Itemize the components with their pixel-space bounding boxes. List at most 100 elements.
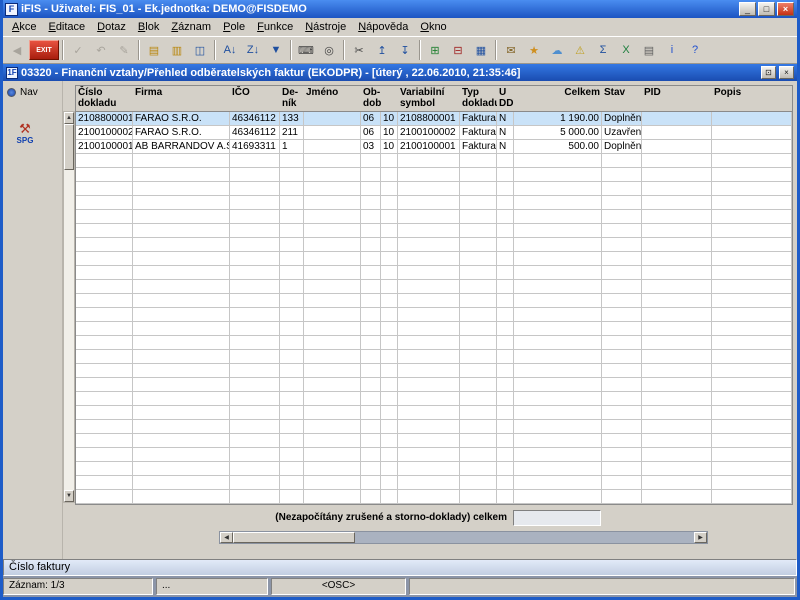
table-cell[interactable] xyxy=(398,154,460,168)
hscroll-track[interactable] xyxy=(233,532,694,543)
table-cell[interactable] xyxy=(381,462,398,476)
table-row[interactable] xyxy=(76,252,792,266)
table-cell[interactable] xyxy=(230,364,280,378)
table-cell[interactable] xyxy=(460,350,497,364)
table-cell[interactable] xyxy=(514,196,602,210)
table-cell[interactable] xyxy=(304,294,361,308)
table-cell[interactable] xyxy=(642,126,712,140)
table-cell[interactable] xyxy=(460,490,497,504)
table-cell[interactable] xyxy=(381,322,398,336)
table-cell[interactable] xyxy=(398,252,460,266)
table-cell[interactable] xyxy=(230,406,280,420)
table-cell[interactable] xyxy=(304,308,361,322)
table-cell[interactable]: 46346112 xyxy=(230,126,280,140)
table-cell[interactable]: AB BARRANDOV A.S. xyxy=(133,140,230,154)
notes-icon[interactable]: ▤ xyxy=(638,40,660,60)
table-cell[interactable] xyxy=(514,322,602,336)
table-cell[interactable] xyxy=(76,224,133,238)
table-cell[interactable] xyxy=(280,364,304,378)
table-cell[interactable] xyxy=(280,476,304,490)
table-cell[interactable] xyxy=(230,462,280,476)
table-cell[interactable] xyxy=(460,210,497,224)
table-cell[interactable] xyxy=(497,392,514,406)
table-cell[interactable] xyxy=(304,448,361,462)
table-cell[interactable] xyxy=(642,252,712,266)
table-cell[interactable] xyxy=(602,168,642,182)
table-cell[interactable] xyxy=(602,476,642,490)
table-cell[interactable] xyxy=(230,252,280,266)
table-cell[interactable] xyxy=(361,448,381,462)
table-cell[interactable] xyxy=(361,266,381,280)
table-cell[interactable] xyxy=(460,224,497,238)
table-row[interactable] xyxy=(76,406,792,420)
table-cell[interactable] xyxy=(361,238,381,252)
table-cell[interactable] xyxy=(642,364,712,378)
table-cell[interactable] xyxy=(712,350,792,364)
table-cell[interactable] xyxy=(76,252,133,266)
table-cell[interactable] xyxy=(381,364,398,378)
table-cell[interactable] xyxy=(514,448,602,462)
table-cell[interactable] xyxy=(460,154,497,168)
table-row[interactable] xyxy=(76,448,792,462)
table-cell[interactable] xyxy=(642,378,712,392)
table-row[interactable] xyxy=(76,420,792,434)
table-cell[interactable] xyxy=(381,420,398,434)
table-cell[interactable] xyxy=(712,392,792,406)
table-cell[interactable] xyxy=(642,238,712,252)
menu-item-zaznam[interactable]: Záznam xyxy=(165,20,217,34)
table-cell[interactable] xyxy=(712,266,792,280)
table-row[interactable] xyxy=(76,434,792,448)
table-cell[interactable]: 2108800001 xyxy=(398,112,460,126)
table-cell[interactable] xyxy=(398,168,460,182)
table-cell[interactable] xyxy=(133,448,230,462)
table-cell[interactable] xyxy=(642,182,712,196)
table-cell[interactable] xyxy=(304,462,361,476)
table-cell[interactable] xyxy=(497,476,514,490)
table-cell[interactable] xyxy=(642,462,712,476)
table-cell[interactable] xyxy=(398,406,460,420)
table-cell[interactable] xyxy=(602,182,642,196)
table-cell[interactable] xyxy=(280,280,304,294)
table-cell[interactable] xyxy=(230,434,280,448)
table-cell[interactable] xyxy=(497,434,514,448)
table-cell[interactable]: N xyxy=(497,140,514,154)
scroll-right-icon[interactable]: ▶ xyxy=(694,532,707,543)
table-cell[interactable] xyxy=(460,434,497,448)
table-row[interactable] xyxy=(76,196,792,210)
table-cell[interactable] xyxy=(712,224,792,238)
table-cell[interactable] xyxy=(642,420,712,434)
table-cell[interactable] xyxy=(460,336,497,350)
table-cell[interactable] xyxy=(133,476,230,490)
table-cell[interactable]: 41693311 xyxy=(230,140,280,154)
table-cell[interactable] xyxy=(602,154,642,168)
table-cell[interactable] xyxy=(642,490,712,504)
table-cell[interactable] xyxy=(381,336,398,350)
table-cell[interactable]: 2108800001 xyxy=(76,112,133,126)
table-cell[interactable] xyxy=(304,182,361,196)
table-cell[interactable] xyxy=(398,462,460,476)
table-cell[interactable] xyxy=(497,462,514,476)
table-cell[interactable] xyxy=(280,336,304,350)
table-cell[interactable] xyxy=(398,420,460,434)
table-cell[interactable] xyxy=(712,252,792,266)
table-cell[interactable] xyxy=(361,308,381,322)
table-cell[interactable] xyxy=(602,266,642,280)
table-cell[interactable] xyxy=(398,490,460,504)
table-cell[interactable] xyxy=(304,210,361,224)
table-cell[interactable] xyxy=(712,112,792,126)
table-cell[interactable] xyxy=(497,154,514,168)
table-cell[interactable] xyxy=(230,392,280,406)
table-cell[interactable] xyxy=(712,364,792,378)
exit-button[interactable]: EXIT xyxy=(29,40,59,60)
table-cell[interactable]: 10 xyxy=(381,140,398,154)
table-cell[interactable] xyxy=(398,350,460,364)
table-cell[interactable] xyxy=(712,154,792,168)
table-cell[interactable]: Doplněn xyxy=(602,140,642,154)
table-cell[interactable] xyxy=(133,392,230,406)
table-cell[interactable] xyxy=(133,294,230,308)
table-cell[interactable]: Faktura xyxy=(460,112,497,126)
table-cell[interactable] xyxy=(460,280,497,294)
table-cell[interactable] xyxy=(304,112,361,126)
table-cell[interactable] xyxy=(133,462,230,476)
table-cell[interactable] xyxy=(280,238,304,252)
